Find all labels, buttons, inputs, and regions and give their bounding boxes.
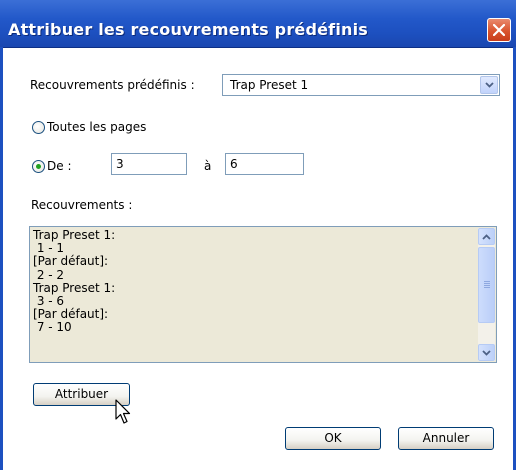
window-title: Attribuer les recouvrements prédéfinis [8,20,369,39]
close-icon [493,24,505,36]
title-bar[interactable]: Attribuer les recouvrements prédéfinis [0,0,516,48]
to-label: à [204,159,212,173]
vertical-scrollbar[interactable] [478,228,495,361]
preset-dropdown[interactable]: Trap Preset 1 [222,74,500,96]
from-page-value: 3 [116,157,124,171]
list-item: 7 - 10 [33,320,72,335]
mouse-cursor-icon [115,399,131,424]
to-page-value: 6 [230,157,238,171]
traps-list[interactable]: Trap Preset 1: 1 - 1 [Par défaut]: 2 - 2… [29,226,497,363]
chevron-up-icon [482,234,491,240]
scroll-thumb[interactable] [478,247,495,323]
list-item: 2 - 2 [33,267,65,282]
chevron-down-icon [485,82,494,88]
window-frame-left [0,47,3,470]
scroll-down-button[interactable] [478,344,495,361]
radio-selected-dot [36,164,41,169]
all-pages-label[interactable]: Toutes les pages [47,120,146,134]
to-page-input[interactable]: 6 [225,153,304,175]
from-page-input[interactable]: 3 [111,153,187,175]
ok-button[interactable]: OK [285,427,381,450]
from-radio[interactable] [32,160,45,173]
preset-selected-value: Trap Preset 1 [230,78,309,92]
traps-list-content: Trap Preset 1: 1 - 1 [Par défaut]: 2 - 2… [33,228,115,335]
close-button[interactable] [487,18,511,42]
assign-trap-presets-dialog: Attribuer les recouvrements prédéfinis R… [0,0,516,470]
list-item: [Par défaut]: [33,254,109,269]
preset-label: Recouvrements prédéfinis : [30,78,195,92]
dropdown-button[interactable] [480,76,498,94]
thumb-grip [484,285,490,286]
cancel-button[interactable]: Annuler [398,427,494,450]
chevron-down-icon [482,350,491,356]
all-pages-radio[interactable] [32,121,45,134]
thumb-grip [484,281,490,282]
thumb-grip [484,283,490,284]
thumb-grip [484,287,490,288]
traps-label: Recouvrements : [31,198,133,212]
from-label[interactable]: De : [47,159,71,173]
scroll-up-button[interactable] [478,228,495,245]
